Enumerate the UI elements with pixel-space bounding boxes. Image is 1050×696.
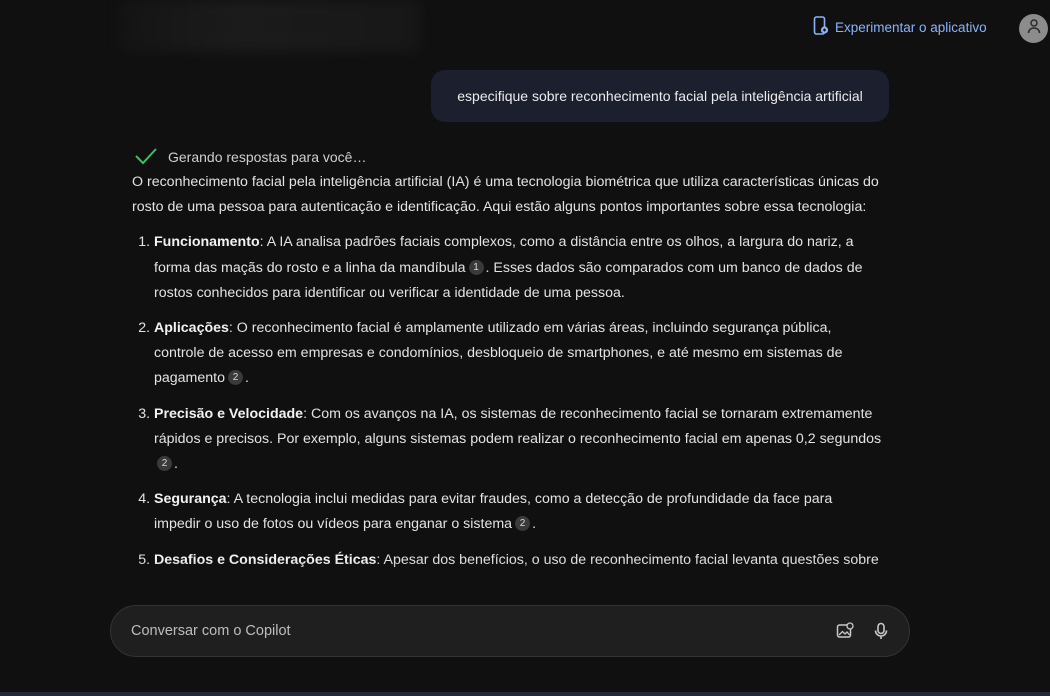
citation-badge[interactable]: 1 (468, 259, 484, 275)
answer-intro: O reconhecimento facial pela inteligênci… (132, 174, 879, 216)
item-text-end: . (532, 516, 537, 533)
list-item: Aplicações: O reconhecimento facial é am… (154, 316, 882, 392)
item-title: Desafios e Considerações Éticas (154, 551, 377, 568)
microphone-icon[interactable] (871, 621, 891, 641)
user-avatar-icon (1026, 18, 1042, 39)
list-item: Funcionamento: A IA analisa padrões faci… (154, 230, 882, 306)
status-text: Gerando respostas para você… (168, 149, 367, 165)
list-item: Desafios e Considerações Éticas: Apesar … (154, 548, 882, 573)
citation-badge[interactable]: 2 (157, 456, 172, 472)
user-message-text: especifique sobre reconhecimento facial … (457, 88, 863, 104)
item-text: : Apesar dos benefícios, o uso de reconh… (376, 551, 879, 568)
phone-app-icon (813, 15, 829, 39)
item-text-end: . (174, 456, 178, 473)
image-search-icon[interactable] (835, 621, 855, 641)
assistant-answer: O reconhecimento facial pela inteligênci… (132, 170, 882, 583)
item-title: Segurança (154, 491, 227, 508)
chat-composer (110, 605, 910, 657)
citation-badge[interactable]: 2 (515, 516, 531, 532)
bottom-edge (0, 692, 1050, 696)
citation-badge[interactable]: 2 (228, 370, 243, 386)
generation-status: Gerando respostas para você… (134, 146, 366, 168)
user-message-bubble: especifique sobre reconhecimento facial … (431, 70, 889, 122)
user-avatar-button[interactable] (1019, 14, 1048, 43)
list-item: Segurança: A tecnologia inclui medidas p… (154, 487, 882, 537)
item-title: Funcionamento (154, 234, 260, 251)
item-text-end: . (245, 370, 249, 387)
checkmark-icon (134, 147, 158, 168)
item-title: Precisão e Velocidade (154, 405, 304, 422)
item-text: : O reconhecimento facial é amplamente u… (154, 320, 843, 387)
try-app-label: Experimentar o aplicativo (835, 19, 987, 35)
answer-list: Funcionamento: A IA analisa padrões faci… (132, 230, 882, 572)
blurred-header-area (120, 0, 420, 52)
item-title: Aplicações (154, 320, 229, 337)
chat-input[interactable] (129, 622, 819, 640)
list-item: Precisão e Velocidade: Com os avanços na… (154, 402, 882, 478)
try-app-link[interactable]: Experimentar o aplicativo (813, 15, 987, 39)
item-text: : A tecnologia inclui medidas para evita… (154, 491, 833, 533)
